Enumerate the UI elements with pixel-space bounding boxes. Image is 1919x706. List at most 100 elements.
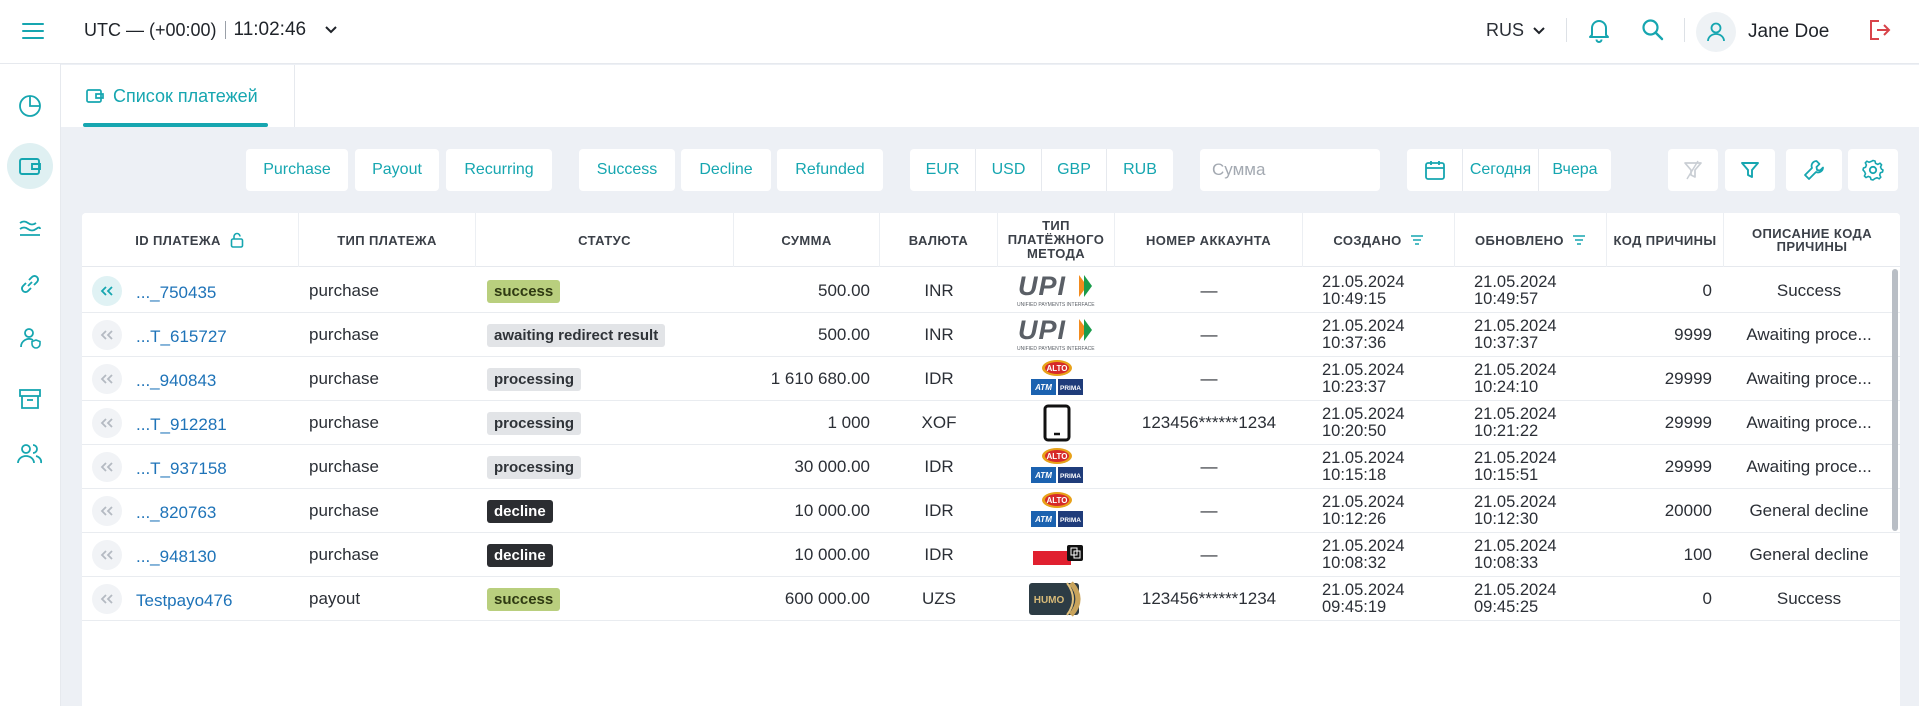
sidebar-item-transfers[interactable] — [7, 204, 53, 250]
refund-button[interactable] — [92, 320, 122, 350]
user-menu[interactable]: Jane Doe — [1696, 12, 1829, 52]
filter-usd-button[interactable]: USD — [976, 149, 1042, 191]
sort-icon[interactable] — [1410, 234, 1424, 246]
refund-button[interactable] — [92, 364, 122, 394]
filter-yesterday-button[interactable]: Вчера — [1539, 149, 1611, 191]
currency: UZS — [922, 589, 956, 608]
column-header-updated[interactable]: ОБНОВЛЕНО — [1455, 213, 1607, 267]
payment-id-link[interactable]: ...T_615727 — [136, 313, 227, 357]
timezone-divider — [224, 21, 226, 39]
account-number: — — [1200, 325, 1218, 344]
updated-datetime: 21.05.2024 09:45:25 — [1474, 577, 1604, 621]
svg-text:ATM: ATM — [1034, 515, 1052, 524]
menu-icon[interactable] — [22, 20, 46, 42]
language-selector[interactable]: RUS — [1486, 20, 1546, 41]
status-badge: success — [487, 587, 561, 611]
filter-eur-button[interactable]: EUR — [910, 149, 976, 191]
payment-id-link[interactable]: ...T_912281 — [136, 401, 227, 445]
filter-rub-button[interactable]: RUB — [1107, 149, 1173, 191]
sidebar-item-payments[interactable] — [7, 143, 53, 189]
amount: 1 610 680.00 — [770, 369, 870, 388]
column-header-reason-desc[interactable]: ОПИСАНИЕ КОДА ПРИЧИНЫ — [1724, 213, 1900, 267]
reason-description: Success — [1776, 281, 1842, 300]
archive-icon — [19, 389, 41, 409]
sidebar-item-archive[interactable] — [7, 376, 53, 422]
filter-recurring-button[interactable]: Recurring — [446, 149, 552, 191]
table-row[interactable]: ..._750435 purchase success 500.00 INR U… — [82, 269, 1900, 313]
refund-button[interactable] — [92, 496, 122, 526]
filter-purchase-button[interactable]: Purchase — [246, 149, 348, 191]
reason-description: General decline — [1749, 545, 1869, 564]
table-row[interactable]: ...T_937158 purchase processing 30 000.0… — [82, 445, 1900, 489]
column-header-account[interactable]: НОМЕР АККАУНТА — [1115, 213, 1303, 267]
updated-time: 10:15:51 — [1474, 466, 1539, 484]
table-row[interactable]: ..._948130 purchase decline 10 000.00 ID… — [82, 533, 1900, 577]
mobile-phone-icon — [1043, 404, 1070, 442]
payment-method-logo — [998, 401, 1115, 445]
refund-button[interactable] — [92, 408, 122, 438]
sidebar-item-dashboard[interactable] — [7, 83, 53, 129]
clear-filter-button[interactable] — [1668, 149, 1718, 191]
status-cell: success — [487, 269, 727, 313]
column-header-currency[interactable]: ВАЛЮТА — [880, 213, 998, 267]
refund-button[interactable] — [92, 540, 122, 570]
filter-success-button[interactable]: Success — [579, 149, 675, 191]
sidebar-item-links[interactable] — [7, 261, 53, 307]
column-header-method[interactable]: ТИП ПЛАТЁЖНОГО МЕТОДА — [998, 213, 1115, 267]
user-icon — [1707, 22, 1725, 42]
table-row[interactable]: Testpayo476 payout success 600 000.00 UZ… — [82, 577, 1900, 621]
search-icon[interactable] — [1640, 17, 1666, 43]
refund-button[interactable] — [92, 452, 122, 482]
double-arrow-left-icon — [100, 418, 113, 428]
settings-button[interactable] — [1848, 149, 1898, 191]
svg-text:PRIMA: PRIMA — [1060, 385, 1081, 392]
svg-text:UNIFIED PAYMENTS INTERFACE: UNIFIED PAYMENTS INTERFACE — [1017, 346, 1095, 352]
column-header-reason-code[interactable]: КОД ПРИЧИНЫ — [1607, 213, 1724, 267]
reason-code: 0 — [1702, 281, 1712, 300]
filter-refunded-button[interactable]: Refunded — [777, 149, 883, 191]
column-header-amount[interactable]: СУММА — [734, 213, 880, 267]
payment-id-link[interactable]: ..._940843 — [136, 357, 216, 401]
payment-id-link[interactable]: ..._948130 — [136, 533, 216, 577]
table-row[interactable]: ..._820763 purchase decline 10 000.00 ID… — [82, 489, 1900, 533]
wallet-icon — [86, 89, 104, 103]
amount-input[interactable] — [1200, 149, 1380, 191]
sort-icon[interactable] — [1572, 234, 1586, 246]
column-header-created[interactable]: СОЗДАНО — [1303, 213, 1455, 267]
svg-text:ALTO: ALTO — [1046, 452, 1067, 461]
updated-datetime: 21.05.2024 10:21:22 — [1474, 401, 1604, 445]
column-header-id[interactable]: ID ПЛАТЕЖА — [82, 213, 299, 267]
filter-today-button[interactable]: Сегодня — [1463, 149, 1539, 191]
payment-id-link[interactable]: ..._820763 — [136, 489, 216, 533]
payment-id-link[interactable]: ..._750435 — [136, 269, 216, 313]
tab-payments-list[interactable]: Список платежей — [83, 65, 268, 127]
table-row[interactable]: ...T_912281 purchase processing 1 000 XO… — [82, 401, 1900, 445]
sidebar-item-users[interactable] — [7, 431, 53, 477]
refund-button[interactable] — [92, 584, 122, 614]
payment-id-link[interactable]: ...T_937158 — [136, 445, 227, 489]
sidebar-item-antifraud[interactable] — [7, 315, 53, 361]
table-row[interactable]: ..._940843 purchase processing 1 610 680… — [82, 357, 1900, 401]
bell-icon[interactable] — [1587, 17, 1611, 43]
filter-gbp-button[interactable]: GBP — [1042, 149, 1107, 191]
tools-button[interactable] — [1786, 149, 1842, 191]
filter-payout-button[interactable]: Payout — [355, 149, 439, 191]
payment-id-link[interactable]: Testpayo476 — [136, 577, 232, 621]
filter-button[interactable] — [1725, 149, 1775, 191]
filter-decline-button[interactable]: Decline — [681, 149, 771, 191]
column-header-type[interactable]: ТИП ПЛАТЕЖА — [299, 213, 476, 267]
logout-icon[interactable] — [1868, 19, 1892, 41]
currency: IDR — [924, 501, 954, 520]
payment-type: purchase — [309, 545, 379, 564]
account-number: — — [1200, 369, 1218, 388]
calendar-button[interactable] — [1407, 149, 1463, 191]
updated-date: 21.05.2024 — [1474, 449, 1557, 467]
scrollbar[interactable] — [1892, 269, 1898, 531]
column-header-status[interactable]: СТАТУС — [476, 213, 734, 267]
refund-button[interactable] — [92, 276, 122, 306]
payment-method-logo: ALTO ATM PRIMA — [998, 489, 1115, 533]
unlock-icon[interactable] — [229, 231, 245, 249]
table-row[interactable]: ...T_615727 purchase awaiting redirect r… — [82, 313, 1900, 357]
timezone-selector[interactable]: UTC — (+00:00) 11:02:46 — [84, 19, 338, 41]
status-cell: success — [487, 577, 727, 621]
